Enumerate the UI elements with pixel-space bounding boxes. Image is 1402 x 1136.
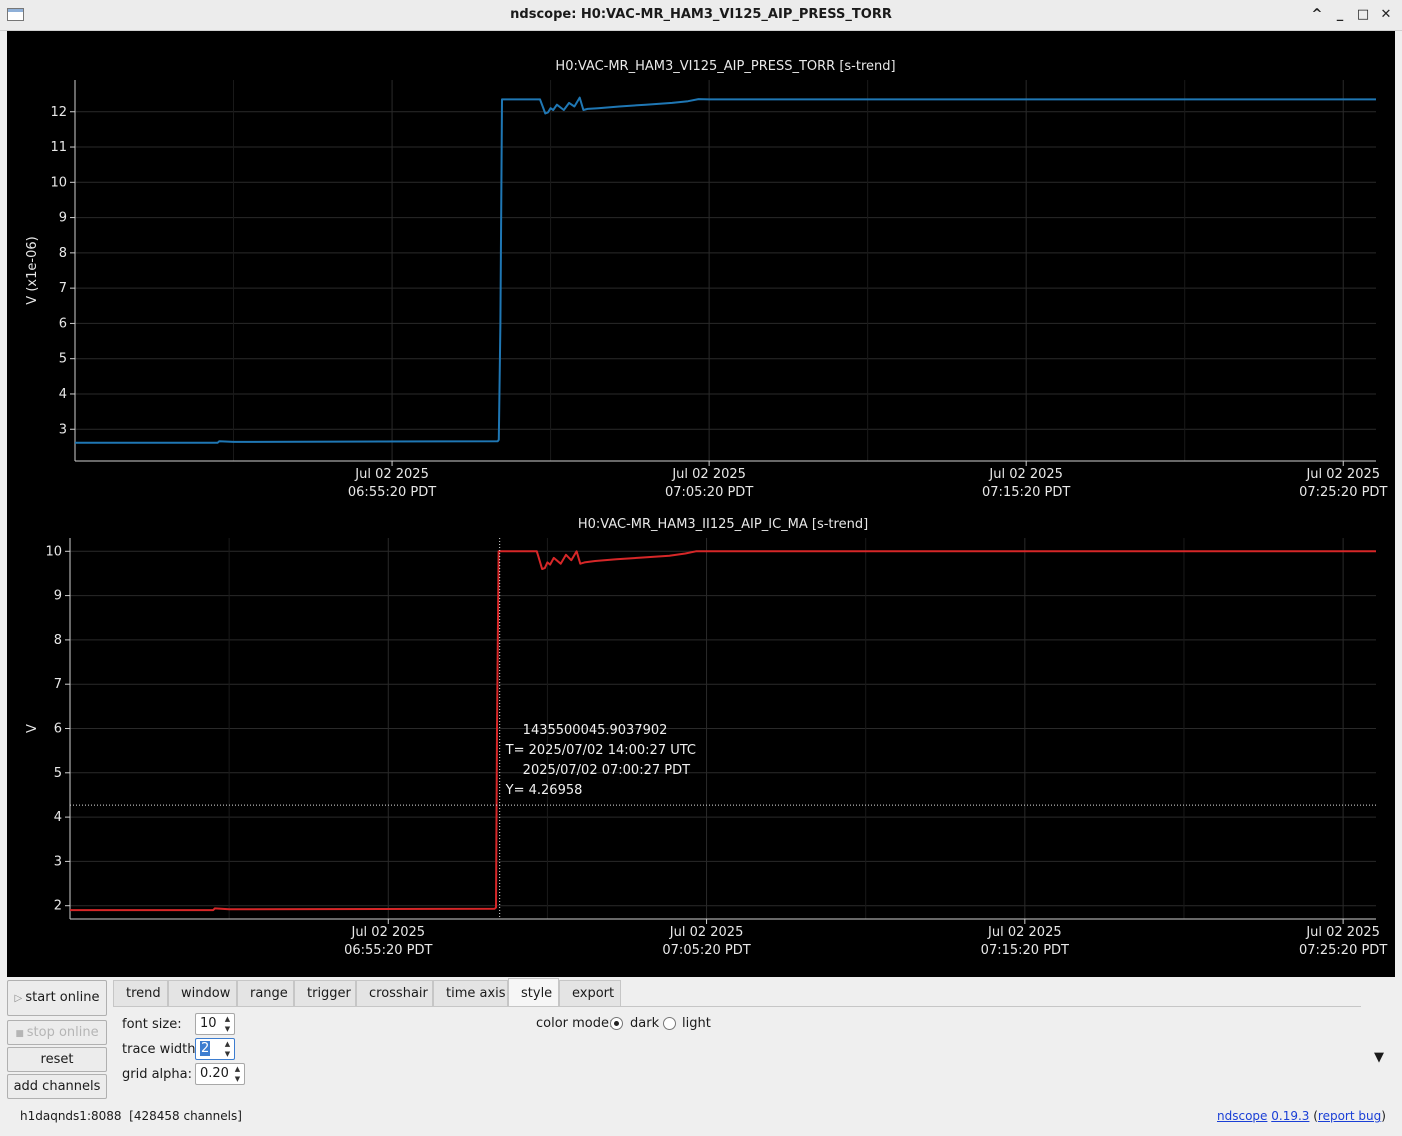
tab-crosshair[interactable]: crosshair [356,980,433,1006]
grid-alpha-label: grid alpha: [122,1067,193,1082]
x-tick-label: 07:05:20 PDT [665,485,753,500]
spin-up-icon[interactable]: ▲ [221,1014,234,1024]
y-tick-label: 8 [54,633,62,648]
spin-up-icon[interactable]: ▲ [221,1039,234,1049]
light-mode-label[interactable]: light [682,1016,711,1031]
x-tick-label: 07:25:20 PDT [1299,943,1387,958]
x-tick-label: Jul 02 2025 [671,467,746,482]
x-tick-label: 07:25:20 PDT [1299,485,1387,500]
x-tick-label: Jul 02 2025 [987,925,1062,940]
reset-button[interactable]: reset [7,1047,107,1072]
spin-down-icon[interactable]: ▼ [221,1024,234,1034]
dark-mode-label[interactable]: dark [630,1016,659,1031]
maximize-window-button[interactable]: □ [1353,5,1373,25]
color-mode-label: color mode: [536,1016,614,1031]
y-axis-label: V [25,724,40,733]
crosshair-label: 1435500045.9037902 [523,723,668,738]
trace-line [75,96,1376,444]
spin-up-icon[interactable]: ▲ [231,1064,244,1074]
start-online-button[interactable]: ▷ start online [7,980,107,1016]
font-size-spinbox[interactable]: 10 ▲ ▼ [195,1013,235,1035]
spin-down-icon[interactable]: ▼ [221,1049,234,1059]
x-tick-label: 07:15:20 PDT [982,485,1070,500]
x-tick-label: Jul 02 2025 [354,467,429,482]
plot-area[interactable]: H0:VAC-MR_HAM3_VI125_AIP_PRESS_TORR [s-t… [7,31,1395,977]
y-tick-label: 7 [54,677,62,692]
tab-trend[interactable]: trend [113,980,168,1006]
grid-alpha-spinbox[interactable]: 0.20 ▲ ▼ [195,1063,245,1085]
tab-range[interactable]: range [237,980,294,1006]
y-tick-label: 5 [59,352,67,367]
light-mode-radio[interactable] [663,1017,676,1030]
dark-mode-radio[interactable] [610,1017,623,1030]
y-tick-label: 10 [45,544,62,559]
y-tick-label: 12 [50,105,67,120]
status-server: h1daqnds1:8088 [428458 channels] [20,1109,242,1123]
minimize-window-button[interactable]: _ [1330,5,1350,25]
y-tick-label: 10 [50,175,67,190]
window-title: ndscope: H0:VAC-MR_HAM3_VI125_AIP_PRESS_… [510,7,892,22]
x-tick-label: 07:15:20 PDT [981,943,1069,958]
spin-down-icon[interactable]: ▼ [231,1074,244,1084]
x-tick-label: 07:05:20 PDT [662,943,750,958]
x-tick-label: Jul 02 2025 [350,925,425,940]
stop-online-button[interactable]: ■ stop online [7,1020,107,1045]
plot-2: H0:VAC-MR_HAM3_II125_AIP_IC_MA [s-trend]… [25,517,1387,958]
plots-canvas[interactable]: H0:VAC-MR_HAM3_VI125_AIP_PRESS_TORR [s-t… [7,31,1395,977]
y-tick-label: 4 [54,810,62,825]
x-tick-label: Jul 02 2025 [988,467,1063,482]
x-tick-label: Jul 02 2025 [1305,925,1380,940]
y-tick-label: 4 [59,387,67,402]
crosshair-label: T= 2025/07/02 14:00:27 UTC [505,743,696,758]
title-bar: ndscope: H0:VAC-MR_HAM3_VI125_AIP_PRESS_… [0,0,1402,31]
tab-style[interactable]: style [508,978,559,1007]
y-tick-label: 2 [54,899,62,914]
y-tick-label: 8 [59,246,67,261]
trace-width-spinbox[interactable]: 2 ▲ ▼ [195,1038,235,1060]
plot-title: H0:VAC-MR_HAM3_VI125_AIP_PRESS_TORR [s-t… [555,59,895,74]
x-tick-label: Jul 02 2025 [1305,467,1380,482]
version-link[interactable]: 0.19.3 [1271,1109,1309,1123]
ndscope-link[interactable]: ndscope [1217,1109,1267,1123]
y-tick-label: 6 [59,316,67,331]
tab-export[interactable]: export [559,980,621,1006]
play-icon: ▷ [14,993,26,1004]
plot-1: H0:VAC-MR_HAM3_VI125_AIP_PRESS_TORR [s-t… [25,59,1387,500]
tab-trigger[interactable]: trigger [294,980,356,1006]
y-tick-label: 5 [54,766,62,781]
add-channels-button[interactable]: add channels [7,1074,107,1099]
shade-window-button[interactable]: ^ [1307,5,1327,25]
y-axis-label: V (x1e-06) [25,236,40,304]
collapse-arrow-icon[interactable]: ▼ [1374,1050,1384,1065]
y-tick-label: 9 [54,589,62,604]
status-version: ndscope 0.19.3 (report bug) [1217,1109,1386,1123]
y-tick-label: 6 [54,722,62,737]
close-window-button[interactable]: ✕ [1376,5,1396,25]
crosshair-label: 2025/07/02 07:00:27 PDT [523,763,690,778]
y-tick-label: 3 [59,422,67,437]
report-bug-link[interactable]: report bug [1318,1109,1381,1123]
y-tick-label: 11 [50,140,67,155]
crosshair-label: Y= 4.26958 [505,783,583,798]
font-size-label: font size: [122,1017,182,1032]
trace-width-label: trace width: [122,1042,200,1057]
tab-window[interactable]: window [168,980,237,1006]
y-tick-label: 9 [59,211,67,226]
plot-title: H0:VAC-MR_HAM3_II125_AIP_IC_MA [s-trend] [578,517,868,532]
y-tick-label: 7 [59,281,67,296]
x-tick-label: 06:55:20 PDT [344,943,432,958]
tab-time-axis[interactable]: time axis [433,980,508,1006]
trace-line [70,550,1376,912]
y-tick-label: 3 [54,854,62,869]
stop-icon: ■ [15,1029,27,1039]
tab-panel-border [113,1006,1361,1007]
x-tick-label: Jul 02 2025 [669,925,744,940]
x-tick-label: 06:55:20 PDT [348,485,436,500]
